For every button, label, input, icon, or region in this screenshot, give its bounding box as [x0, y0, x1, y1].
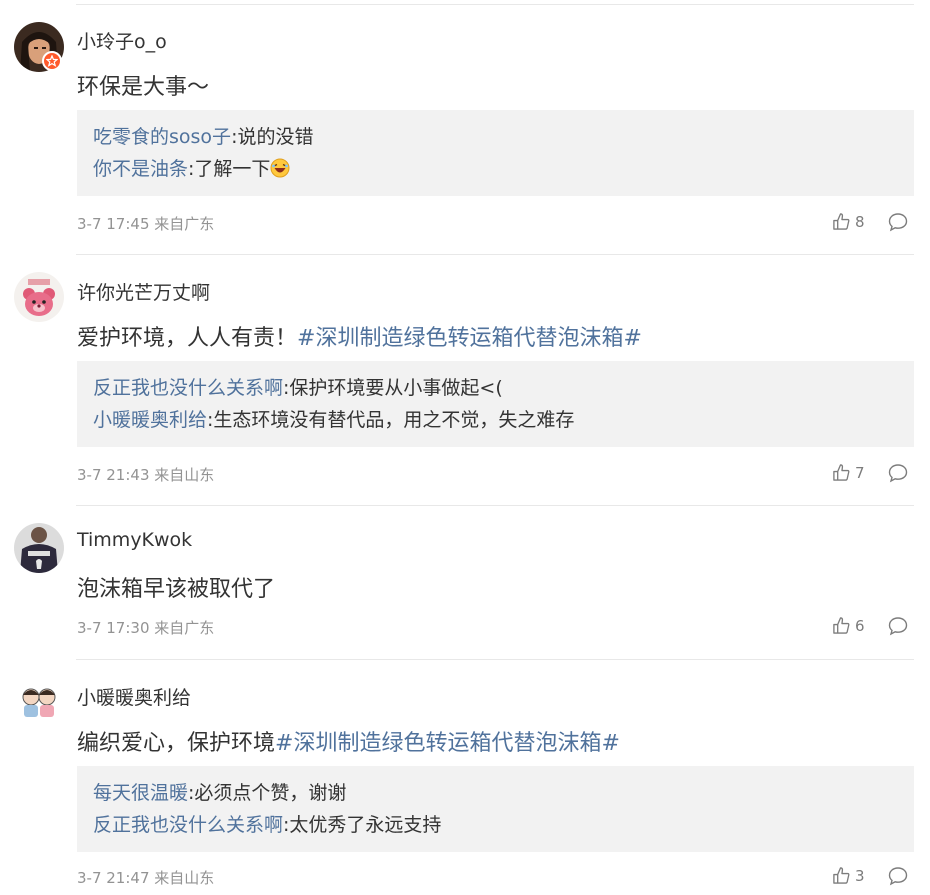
comment-divider [76, 659, 914, 660]
comment-text: 泡沫箱早该被取代了 [77, 571, 275, 603]
reply-item: 反正我也没什么关系啊:保护环境要从小事做起<( [93, 372, 914, 404]
comment-text-body: 环保是大事～ [77, 75, 210, 100]
comment-bubble-icon[interactable] [888, 866, 908, 886]
reply-username[interactable]: 吃零食的soso子 [93, 126, 231, 148]
thumbs-up-icon [833, 617, 850, 634]
like-button[interactable]: 7 [832, 463, 865, 482]
thumbs-up-icon [833, 213, 850, 230]
like-count: 3 [855, 866, 865, 885]
comment-meta: 3-7 17:45 来自广东 [77, 215, 215, 233]
comment-bubble-icon[interactable] [888, 463, 908, 483]
replies-box[interactable]: 每天很温暖:必须点个赞，谢谢 反正我也没什么关系啊:太优秀了永远支持 [77, 766, 914, 852]
comment-divider [76, 505, 914, 506]
username[interactable]: 小暖暖奥利给 [77, 683, 191, 710]
verified-badge-icon [42, 51, 62, 71]
topic-link[interactable]: #深圳制造绿色转运箱代替泡沫箱# [297, 326, 642, 351]
topic-link[interactable]: #深圳制造绿色转运箱代替泡沫箱# [275, 731, 620, 756]
comment-text-body: 编织爱心，保护环境 [77, 731, 276, 756]
comment-meta: 3-7 17:30 来自广东 [77, 619, 215, 637]
comment-text: 编织爱心，保护环境#深圳制造绿色转运箱代替泡沫箱# [77, 725, 620, 757]
comment-text-body: 泡沫箱早该被取代了 [77, 577, 276, 602]
reply-username[interactable]: 你不是油条 [93, 158, 188, 180]
comment-bubble-icon[interactable] [888, 212, 908, 232]
comment-meta: 3-7 21:43 来自山东 [77, 466, 215, 484]
comment-text: 爱护环境，人人有责！#深圳制造绿色转运箱代替泡沫箱# [77, 320, 642, 352]
reply-text: :说的没错 [231, 126, 314, 148]
reply-item: 吃零食的soso子:说的没错 [93, 121, 914, 153]
reply-text: :生态环境没有替代品，用之不觉，失之难存 [207, 409, 575, 431]
reply-item: 小暖暖奥利给:生态环境没有替代品，用之不觉，失之难存 [93, 404, 914, 436]
replies-box[interactable]: 反正我也没什么关系啊:保护环境要从小事做起<( 小暖暖奥利给:生态环境没有替代品… [77, 361, 914, 447]
like-count: 6 [855, 616, 865, 635]
comment-text-body: 爱护环境，人人有责！ [77, 326, 298, 351]
like-count: 8 [855, 212, 865, 231]
laughing-emoji-icon [270, 158, 290, 178]
reply-item: 每天很温暖:必须点个赞，谢谢 [93, 777, 914, 809]
reply-text: :太优秀了永远支持 [283, 814, 442, 836]
top-divider [76, 4, 914, 5]
reply-username[interactable]: 小暖暖奥利给 [93, 409, 207, 431]
reply-username[interactable]: 反正我也没什么关系啊 [93, 814, 283, 836]
reply-username[interactable]: 每天很温暖 [93, 782, 188, 804]
username[interactable]: 许你光芒万丈啊 [77, 278, 210, 305]
avatar[interactable] [14, 677, 64, 727]
like-count: 7 [855, 463, 865, 482]
thumbs-up-icon [833, 464, 850, 481]
reply-text: :保护环境要从小事做起<( [283, 377, 503, 399]
reply-text: :必须点个赞，谢谢 [188, 782, 347, 804]
reply-text: :了解一下 [188, 158, 271, 180]
reply-item: 你不是油条:了解一下 [93, 153, 914, 185]
comment-meta: 3-7 21:47 来自山东 [77, 869, 215, 887]
replies-box[interactable]: 吃零食的soso子:说的没错 你不是油条:了解一下 [77, 110, 914, 196]
comment-bubble-icon[interactable] [888, 616, 908, 636]
thumbs-up-icon [833, 867, 850, 884]
avatar[interactable] [14, 272, 64, 322]
avatar[interactable] [14, 523, 64, 573]
like-button[interactable]: 6 [832, 616, 865, 635]
reply-username[interactable]: 反正我也没什么关系啊 [93, 377, 283, 399]
like-button[interactable]: 8 [832, 212, 865, 231]
comment-text: 环保是大事～ [77, 69, 209, 101]
like-button[interactable]: 3 [832, 866, 865, 885]
comment-divider [76, 254, 914, 255]
reply-item: 反正我也没什么关系啊:太优秀了永远支持 [93, 809, 914, 841]
username[interactable]: TimmyKwok [77, 529, 192, 551]
username[interactable]: 小玲子o_o [77, 27, 167, 54]
